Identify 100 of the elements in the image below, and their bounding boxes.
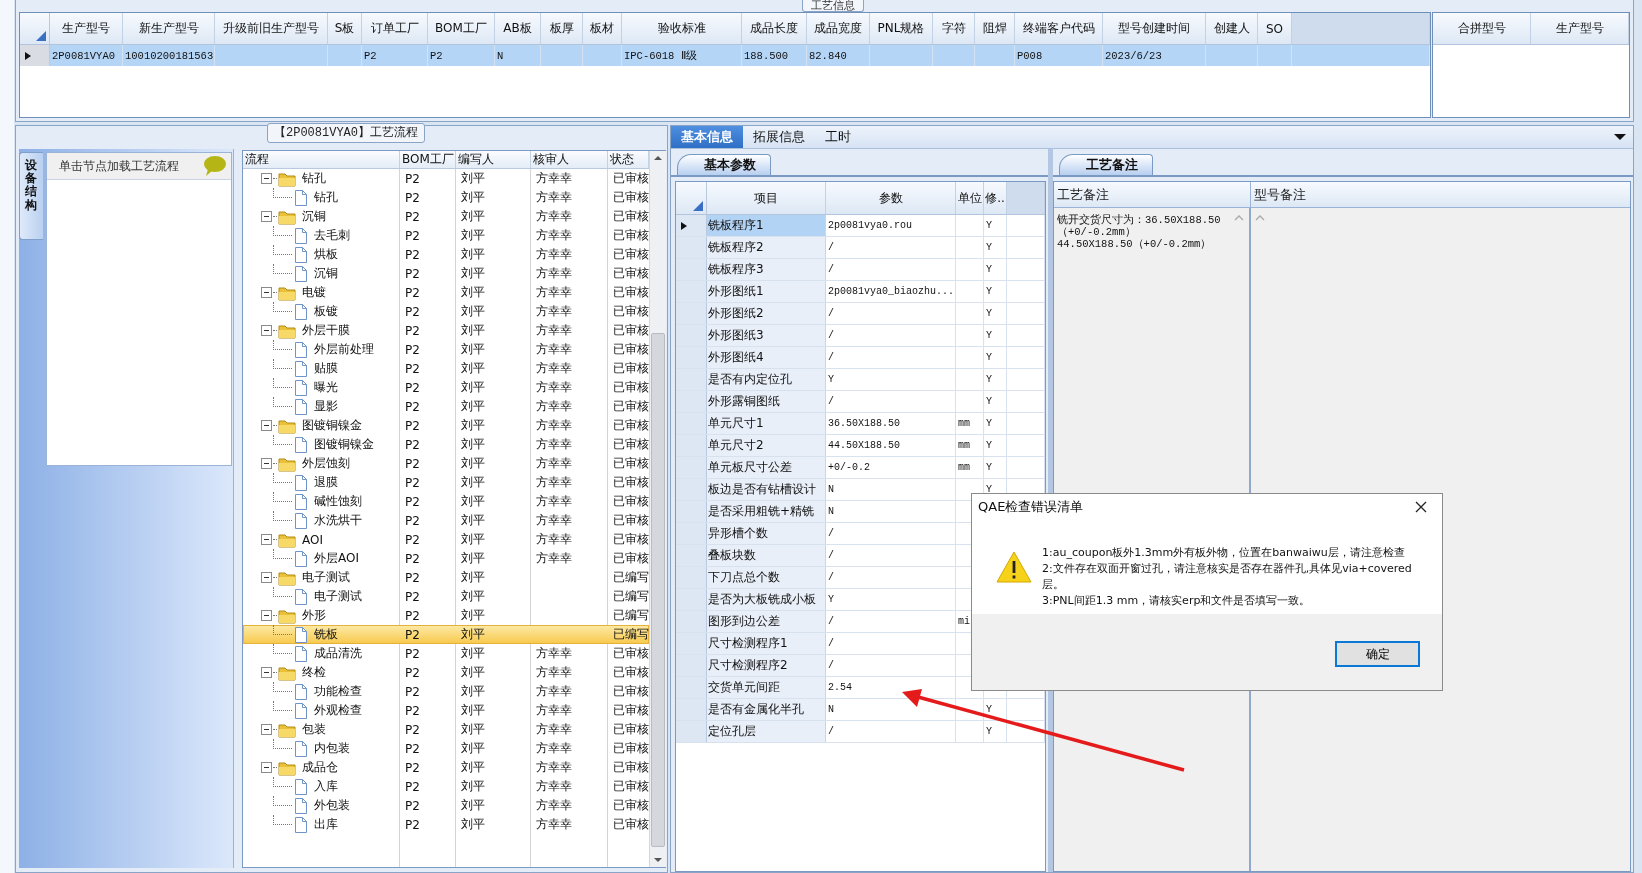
tree-row[interactable]: 外观检查 P2 刘平 方幸幸 已审核 [243,701,649,720]
table-cell[interactable]: 是否采用粗铣+精铣 [707,501,826,522]
tree-node[interactable]: 电镀 [302,284,326,301]
tab[interactable]: 工时 [815,126,861,148]
column-header[interactable]: 工艺备注 [1054,182,1251,207]
tab[interactable]: 拓展信息 [743,126,815,148]
column-header[interactable]: BOM工厂 [428,13,495,44]
tree-row[interactable]: 沉铜 P2 刘平 方幸幸 已审核 [243,264,649,283]
tree-node[interactable]: 出库 [314,816,338,833]
column-header[interactable]: 成品宽度 [807,13,870,44]
collapse-toggle-icon[interactable] [261,534,272,545]
tree-node[interactable]: 成品清洗 [314,645,362,662]
column-header[interactable]: 阻焊 [975,13,1015,44]
collapse-toggle-icon[interactable] [261,667,272,678]
tab[interactable]: 工艺备注 [1059,154,1153,175]
tree-node[interactable]: 外观检查 [314,702,362,719]
table-cell[interactable]: 铣板程序1 [707,215,826,236]
column-header[interactable]: 板材 [583,13,622,44]
tree-row[interactable]: 外包装 P2 刘平 方幸幸 已审核 [243,796,649,815]
tree-node[interactable]: 沉铜 [314,265,338,282]
column-header[interactable]: 板厚 [541,13,583,44]
dropdown-icon[interactable] [1613,132,1627,142]
scrollbar[interactable] [649,151,666,867]
table-cell[interactable]: 是否有金属化半孔 [707,699,826,720]
tree-row[interactable]: 去毛刺 P2 刘平 方幸幸 已审核 [243,226,649,245]
collapse-toggle-icon[interactable] [261,762,272,773]
table-cell[interactable]: 尺寸检测程序2 [707,655,826,676]
column-header[interactable]: 单位 [956,182,984,214]
tree-node[interactable]: 贴膜 [314,360,338,377]
table-cell[interactable]: 叠板块数 [707,545,826,566]
column-header[interactable]: 生产型号 [1531,13,1629,44]
tree-node[interactable]: 入库 [314,778,338,795]
table-cell[interactable]: 定位孔层 [707,721,826,742]
collapse-toggle-icon[interactable] [261,211,272,222]
tree-row[interactable]: 电子测试 P2 刘平 已编写 [243,568,649,587]
tree-node[interactable]: 退膜 [314,474,338,491]
column-header[interactable]: AB板 [495,13,541,44]
collapse-toggle-icon[interactable] [261,287,272,298]
column-header[interactable]: 参数 [826,182,956,214]
tree-row[interactable]: 烘板 P2 刘平 方幸幸 已审核 [243,245,649,264]
tree-node[interactable]: 图镀铜镍金 [302,417,362,434]
column-header[interactable]: 型号创建时间 [1103,13,1206,44]
collapse-toggle-icon[interactable] [261,173,272,184]
table-cell[interactable]: 单元板尺寸公差 [707,457,826,478]
tree-node[interactable]: 终检 [302,664,326,681]
column-header[interactable]: 验收标准 [622,13,742,44]
tree-row[interactable]: 退膜 P2 刘平 方幸幸 已审核 [243,473,649,492]
tree-node[interactable]: 外层干膜 [302,322,350,339]
tab[interactable]: 基本参数 [677,154,771,175]
column-header[interactable]: 订单工厂 [362,13,428,44]
tree-node[interactable]: 碱性蚀刻 [314,493,362,510]
tree-node[interactable]: 外层AOI [314,550,359,567]
collapse-toggle-icon[interactable] [261,420,272,431]
tree-row[interactable]: 功能检查 P2 刘平 方幸幸 已审核 [243,682,649,701]
collapse-toggle-icon[interactable] [261,458,272,469]
tree-row[interactable]: 外层干膜 P2 刘平 方幸幸 已审核 [243,321,649,340]
column-header[interactable]: 终端客户代码 [1015,13,1103,44]
table-cell[interactable]: 图形到边公差 [707,611,826,632]
tree-node[interactable]: 电子测试 [302,569,350,586]
tree-row[interactable]: 图镀铜镍金 P2 刘平 方幸幸 已审核 [243,435,649,454]
table-cell[interactable]: 单元尺寸2 [707,435,826,456]
tree-row[interactable]: 外层前处理 P2 刘平 方幸幸 已审核 [243,340,649,359]
tree-node[interactable]: 去毛刺 [314,227,350,244]
tree-node[interactable]: 外层前处理 [314,341,374,358]
tree-node[interactable]: 沉铜 [302,208,326,225]
tree-node[interactable]: 钻孔 [314,189,338,206]
collapse-toggle-icon[interactable] [261,610,272,621]
tree-row[interactable]: 铣板 P2 刘平 已编写 [243,625,649,644]
column-header[interactable]: 型号备注 [1251,182,1630,207]
tree-row[interactable]: AOI P2 刘平 方幸幸 已审核 [243,530,649,549]
column-header[interactable]: 生产型号 [50,13,123,44]
tree-node[interactable]: 显影 [314,398,338,415]
tree-node[interactable]: 图镀铜镍金 [314,436,374,453]
tree-row[interactable]: 钻孔 P2 刘平 方幸幸 已审核 [243,188,649,207]
tree-node[interactable]: AOI [302,532,323,547]
column-header[interactable]: 项目 [707,182,826,214]
tree-row[interactable]: 成品清洗 P2 刘平 方幸幸 已审核 [243,644,649,663]
table-cell[interactable]: 下刀点总个数 [707,567,826,588]
tree-row[interactable]: 电镀 P2 刘平 方幸幸 已审核 [243,283,649,302]
column-header[interactable]: 编写人 [456,151,531,168]
tree-row[interactable]: 曝光 P2 刘平 方幸幸 已审核 [243,378,649,397]
table-cell[interactable]: 单元尺寸1 [707,413,826,434]
column-header[interactable]: 成品长度 [742,13,807,44]
tree-row[interactable]: 碱性蚀刻 P2 刘平 方幸幸 已审核 [243,492,649,511]
tree-node[interactable]: 铣板 [314,626,338,643]
tree-row[interactable]: 图镀铜镍金 P2 刘平 方幸幸 已审核 [243,416,649,435]
column-header[interactable]: 流程 [243,151,400,168]
side-tab[interactable]: 设备结构 [19,152,43,240]
tree-row[interactable]: 成品仓 P2 刘平 方幸幸 已审核 [243,758,649,777]
table-row[interactable]: 2P0081VYA0 10010200181563 P2 P2 N IPC-6018 Ⅱ级 188.500 82.840 P008 2023/6/23 [20,45,1430,66]
tree-row[interactable]: 内包装 P2 刘平 方幸幸 已审核 [243,739,649,758]
table-cell[interactable]: 交货单元间距 [707,677,826,698]
table-cell[interactable]: 异形槽个数 [707,523,826,544]
tree-row[interactable]: 板镀 P2 刘平 方幸幸 已审核 [243,302,649,321]
row-header[interactable] [20,45,50,66]
tree-row[interactable]: 出库 P2 刘平 方幸幸 已审核 [243,815,649,834]
tree-node[interactable]: 包装 [302,721,326,738]
tree-row[interactable]: 包装 P2 刘平 方幸幸 已审核 [243,720,649,739]
tree-row[interactable]: 外层蚀刻 P2 刘平 方幸幸 已审核 [243,454,649,473]
tree-node[interactable]: 板镀 [314,303,338,320]
